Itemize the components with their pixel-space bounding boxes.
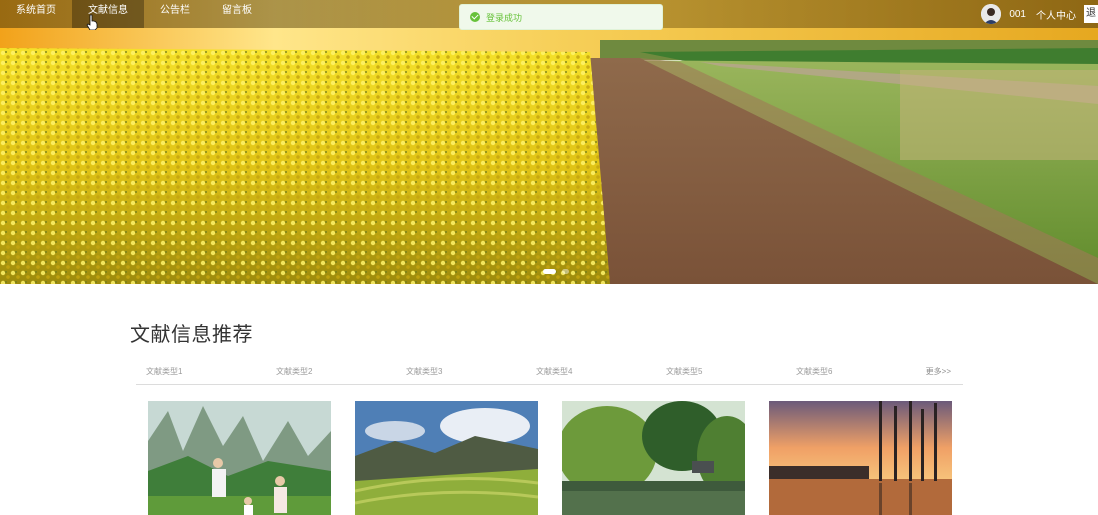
valley-rice-terraces-image [355,401,538,515]
hand-pointer-icon [86,14,98,30]
section-title: 文献信息推荐 [130,324,253,346]
toast-message: 登录成功 [486,12,523,23]
more-link[interactable]: 更多>> [926,366,951,377]
tab-type-1[interactable]: 文献类型1 [146,366,182,377]
tab-type-5[interactable]: 文献类型5 [666,366,702,377]
tab-type-3[interactable]: 文献类型3 [406,366,442,377]
literature-card-1[interactable] [148,401,331,515]
category-tabs: 文献类型1 文献类型2 文献类型3 文献类型4 文献类型5 文献类型6 更多>> [136,362,963,385]
hero-banner [0,0,1098,284]
nav-literature[interactable]: 文献信息 [72,0,144,28]
logout-button[interactable]: 退 [1084,5,1098,23]
carousel-dot-1[interactable] [543,269,556,274]
username: 001 [1009,8,1026,20]
user-photo-icon [981,4,1002,24]
literature-card-3[interactable] [562,401,745,515]
check-circle-icon [470,12,480,22]
tab-type-4[interactable]: 文献类型4 [536,366,572,377]
tab-type-6[interactable]: 文献类型6 [796,366,832,377]
tab-type-2[interactable]: 文献类型2 [276,366,312,377]
login-success-toast: 登录成功 [459,4,663,30]
recommend-cards [148,401,952,515]
carousel-indicators [543,269,569,274]
literature-card-4[interactable] [769,401,952,515]
sunset-trees-reflection-image [769,401,952,515]
nav-message-board[interactable]: 留言板 [206,0,268,28]
rapeseed-field-road-image [0,0,1098,284]
karst-mountain-family-image [148,401,331,515]
nav-home[interactable]: 系统首页 [0,0,72,28]
nav-bulletin[interactable]: 公告栏 [144,0,206,28]
carousel-dot-2[interactable] [562,269,569,274]
literature-card-2[interactable] [355,401,538,515]
main-nav: 系统首页 文献信息 公告栏 留言板 [0,0,268,28]
user-area: 001 个人中心 退 [981,0,1098,28]
willow-pond-image [562,401,745,515]
avatar[interactable] [981,4,1002,24]
personal-center-link[interactable]: 个人中心 [1036,7,1076,22]
